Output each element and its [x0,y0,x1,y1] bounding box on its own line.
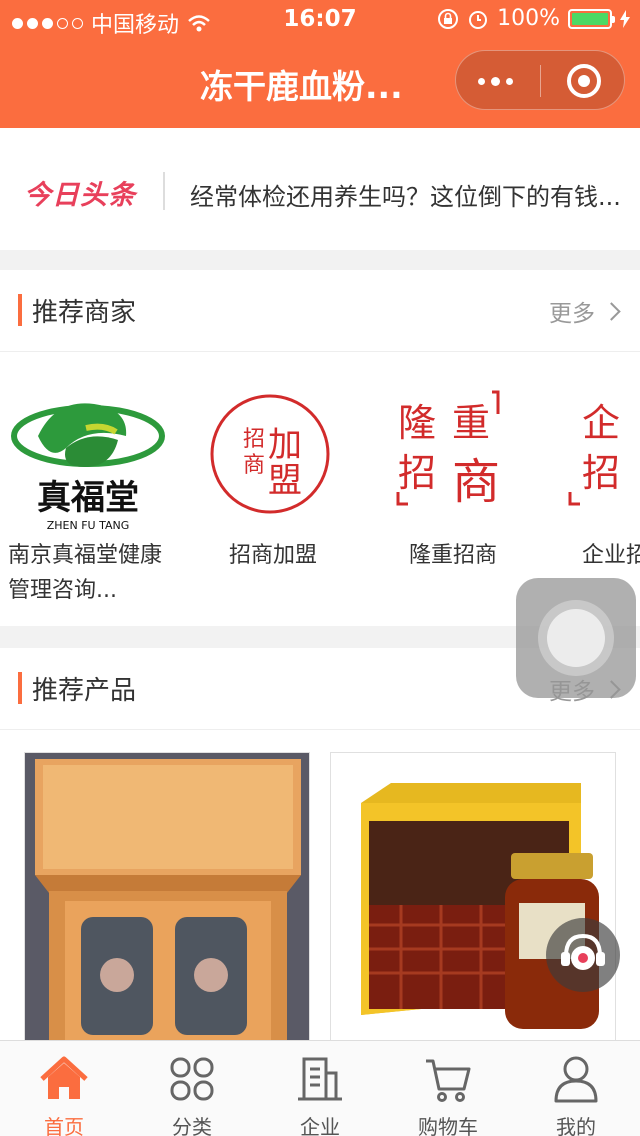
merchant-card[interactable]: 企 招 企业招 [560,374,640,573]
svg-text:招: 招 [582,451,620,495]
merchants-section: 推荐商家 更多 真福堂 ZHEN FU TANG 南京真福堂健康管理咨询... [0,270,640,626]
toutiao-logo: 今日头条 [24,180,136,211]
merchants-header: 推荐商家 更多 [0,270,640,352]
battery-percent: 100% [497,6,560,31]
product-image [25,753,309,1041]
merchant-logo: 隆 重 招 商 [368,374,528,534]
tab-label: 我的 [556,1115,596,1136]
merchant-name: 南京真福堂健康管理咨询... [8,543,163,603]
merchant-name: 招商加盟 [228,543,317,568]
more-menu-icon[interactable] [478,77,513,86]
product-card[interactable] [330,752,616,1042]
merchant-logo: 招 商 加 盟 [188,374,348,534]
seal-logo-icon: 招 商 加 盟 [210,394,330,514]
product-image [331,753,615,1041]
tab-label: 首页 [44,1115,84,1136]
enterprise-logo-icon: 企 招 [568,401,620,506]
assistive-core [547,609,605,667]
leaf-logo-icon: 真福堂 ZHEN FU TANG [11,403,165,532]
battery-icon [568,8,615,29]
page: 中国移动 16:07 100% 冻干鹿血粉... 今日头条 经常体检还用养生吗？… [0,0,640,1136]
svg-text:加: 加 [268,425,302,465]
invite-logo-icon: 隆 重 招 商 [396,390,500,510]
section-accent-bar [18,294,22,326]
top-bar: 中国移动 16:07 100% 冻干鹿血粉... [0,0,640,128]
merchant-logo: 企 招 [560,374,640,534]
category-grid-icon [170,1057,214,1101]
page-title: 冻干鹿血粉... [200,67,403,106]
logo-sub: ZHEN FU TANG [47,519,130,532]
tab-enterprise[interactable]: 企业 [256,1041,384,1136]
rotation-lock-icon [438,8,459,29]
tab-profile[interactable]: 我的 [512,1041,640,1136]
chevron-right-icon [602,301,621,321]
merchants-title: 推荐商家 [32,298,137,328]
svg-text:盟: 盟 [268,461,302,501]
merchant-card[interactable]: 隆 重 招 商 隆重招商 [368,374,538,573]
merchant-card[interactable]: 真福堂 ZHEN FU TANG 南京真福堂健康管理咨询... [8,374,178,608]
svg-text:招: 招 [243,427,265,452]
tab-bar: 首页 分类 企业 购物车 我的 [0,1040,640,1136]
headset-icon [561,933,605,970]
product-card[interactable] [24,752,310,1042]
svg-text:重: 重 [452,401,490,445]
building-icon [298,1057,342,1101]
tab-cart[interactable]: 购物车 [384,1041,512,1136]
floating-assistive-button[interactable] [516,578,636,698]
charging-icon [620,9,630,28]
tab-category[interactable]: 分类 [128,1041,256,1136]
customer-service-button[interactable] [546,918,620,992]
user-icon [554,1056,598,1103]
merchants-more-link[interactable]: 更多 [549,294,621,328]
status-bar: 中国移动 16:07 100% [0,0,640,40]
logo-name: 真福堂 [37,478,139,518]
merchant-card[interactable]: 招 商 加 盟 招商加盟 [188,374,358,573]
merchant-logo: 真福堂 ZHEN FU TANG [8,374,168,534]
more-label: 更多 [549,301,595,327]
merchant-name: 隆重招商 [408,543,497,568]
tab-label: 分类 [172,1115,212,1136]
products-title: 推荐产品 [32,676,137,706]
alarm-icon [469,10,488,29]
status-right: 100% [437,6,630,31]
mini-program-capsule [455,50,625,110]
svg-text:商: 商 [243,453,265,478]
capsule-divider [540,65,541,97]
section-accent-bar [18,672,22,704]
merchant-name: 企业招 [582,543,640,568]
svg-text:企: 企 [582,401,620,445]
tab-label: 购物车 [418,1115,478,1136]
svg-text:招: 招 [398,451,436,495]
svg-text:商: 商 [452,454,500,510]
svg-text:隆: 隆 [398,401,436,445]
home-icon [40,1056,88,1099]
cart-icon [426,1059,471,1102]
tab-home[interactable]: 首页 [0,1041,128,1136]
headline-divider [163,172,165,210]
headline-text[interactable]: 经常体检还用养生吗？这位倒下的有钱... [190,177,630,212]
close-target-icon[interactable] [567,64,601,98]
tab-label: 企业 [300,1115,340,1136]
